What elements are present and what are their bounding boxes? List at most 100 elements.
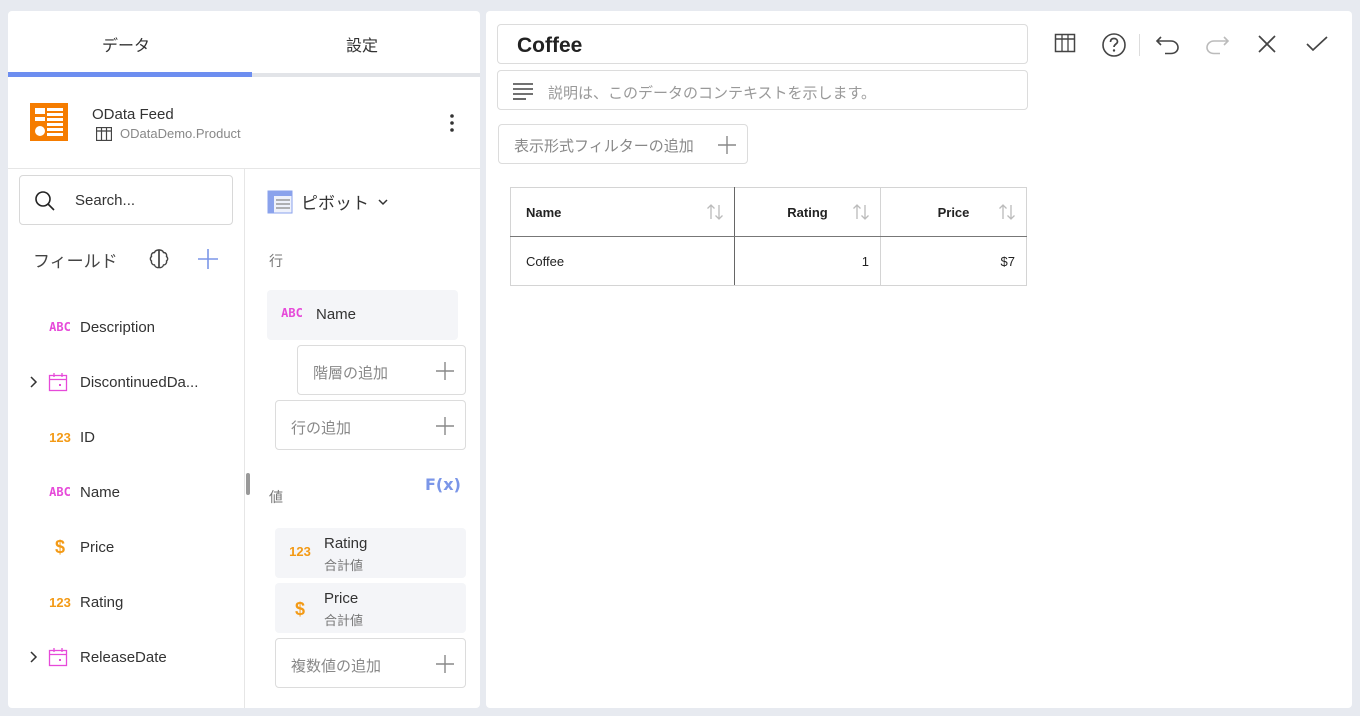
- visualization-selector[interactable]: ピボット: [267, 189, 389, 214]
- add-hierarchy-button[interactable]: 階層の追加: [297, 345, 466, 395]
- tab-settings[interactable]: 設定: [244, 11, 480, 77]
- field-label: ReleaseDate: [80, 648, 167, 666]
- field-label: Name: [80, 483, 121, 501]
- pivot-table-icon: [267, 190, 293, 213]
- add-values-label: 複数値の追加: [291, 658, 382, 675]
- calendar-icon: [48, 648, 68, 667]
- string-type-icon: ABC: [281, 306, 303, 320]
- field-label: Description: [80, 318, 156, 336]
- sort-icon[interactable]: [852, 203, 870, 221]
- more-options-icon[interactable]: [444, 111, 460, 135]
- field-label: Rating: [80, 593, 124, 611]
- chip-label: Name: [316, 306, 357, 323]
- grid-header-row: Name Rating Price: [510, 187, 1027, 237]
- pivot-column: ピボット 行 ABC Name 階層の追加 行の追加 値 F(x) 123 Ra…: [245, 169, 480, 708]
- description-placeholder: 説明は、このデータのコンテキストを示します。: [548, 85, 877, 102]
- field-label: Price: [80, 538, 115, 556]
- title-input[interactable]: Coffee: [497, 24, 1028, 64]
- description-input[interactable]: 説明は、このデータのコンテキストを示します。: [497, 70, 1028, 110]
- field-releasedate[interactable]: ReleaseDate: [8, 637, 244, 677]
- string-type-icon: ABC: [49, 320, 71, 334]
- grid-icon[interactable]: [1054, 32, 1076, 54]
- data-source-header: OData Feed ODataDemo.Product: [8, 81, 480, 169]
- field-price[interactable]: $ Price: [8, 527, 244, 567]
- number-type-icon: 123: [49, 594, 71, 610]
- fields-heading: フィールド: [33, 252, 118, 271]
- panel-tabs: データ 設定: [8, 11, 480, 77]
- value-field-chip-rating[interactable]: 123 Rating 合計値: [275, 528, 466, 578]
- chevron-down-icon: [378, 198, 388, 205]
- table-icon: [96, 126, 112, 141]
- add-filter-button[interactable]: 表示形式フィルターの追加: [498, 124, 748, 164]
- string-type-icon: ABC: [49, 485, 71, 499]
- sort-icon[interactable]: [998, 203, 1016, 221]
- row-field-chip[interactable]: ABC Name: [267, 290, 458, 340]
- values-section-label: 値: [269, 489, 283, 505]
- table-row: Coffee 1 $7: [510, 236, 1027, 286]
- chip-label: Rating: [324, 535, 368, 552]
- column-header-label: Name: [526, 204, 562, 220]
- add-values-button[interactable]: 複数値の追加: [275, 638, 466, 688]
- plus-icon: [436, 655, 454, 673]
- add-row-label: 行の追加: [291, 420, 352, 437]
- check-icon[interactable]: [1305, 35, 1329, 53]
- brain-icon[interactable]: [147, 247, 171, 271]
- data-panel: データ 設定 OData Feed ODataDemo.Product Sear…: [8, 11, 480, 708]
- plus-icon: [436, 417, 454, 435]
- add-field-icon[interactable]: [196, 247, 220, 271]
- currency-type-icon: $: [294, 599, 305, 619]
- add-row-button[interactable]: 行の追加: [275, 400, 466, 450]
- plus-icon: [436, 362, 454, 380]
- plus-icon: [718, 136, 736, 154]
- sort-icon[interactable]: [706, 203, 724, 221]
- column-header-label: Rating: [787, 204, 828, 220]
- tab-data[interactable]: データ: [8, 11, 244, 77]
- cell-price[interactable]: $7: [880, 236, 1027, 286]
- chevron-right-icon[interactable]: [28, 650, 38, 664]
- add-filter-label: 表示形式フィルターの追加: [514, 138, 694, 155]
- source-subtitle: ODataDemo.Product: [96, 126, 241, 141]
- visualization-editor: Coffee 説明は、このデータのコンテキストを示します。 表示形式フィルターの…: [486, 11, 1352, 708]
- formula-button[interactable]: F(x): [425, 475, 461, 494]
- column-header-price[interactable]: Price: [880, 187, 1027, 237]
- aggregation-label: 合計値: [324, 613, 364, 628]
- field-description[interactable]: ABC Description: [8, 307, 244, 347]
- currency-type-icon: $: [54, 536, 65, 557]
- column-header-label: Price: [937, 204, 970, 220]
- pivot-grid: Name Rating Price Coffee 1 $7: [510, 187, 1027, 286]
- column-header-rating[interactable]: Rating: [734, 187, 881, 237]
- odata-source-icon: [30, 103, 68, 141]
- add-hierarchy-label: 階層の追加: [313, 365, 389, 382]
- visualization-label: ピボット: [301, 194, 369, 213]
- source-title: OData Feed: [92, 106, 174, 123]
- search-input[interactable]: Search...: [19, 175, 233, 225]
- field-label: ID: [80, 428, 95, 446]
- active-tab-indicator: [8, 72, 252, 77]
- number-type-icon: 123: [49, 429, 71, 445]
- fields-column: Search... フィールド ABC Description Disconti…: [8, 169, 244, 708]
- close-icon[interactable]: [1257, 34, 1277, 54]
- field-label: DiscontinuedDa...: [80, 373, 199, 391]
- field-discontinueddate[interactable]: DiscontinuedDa...: [8, 362, 244, 402]
- cell-name[interactable]: Coffee: [510, 236, 735, 286]
- column-header-name[interactable]: Name: [510, 187, 735, 237]
- aggregation-label: 合計値: [324, 558, 364, 573]
- field-rating[interactable]: 123 Rating: [8, 582, 244, 622]
- undo-icon[interactable]: [1155, 32, 1181, 56]
- description-icon: [513, 83, 533, 100]
- visualization-title: Coffee: [517, 34, 583, 57]
- help-icon[interactable]: [1101, 32, 1127, 58]
- rows-section-label: 行: [269, 253, 283, 269]
- redo-icon[interactable]: [1204, 32, 1230, 56]
- search-placeholder: Search...: [75, 192, 136, 209]
- toolbar-separator: [1139, 34, 1140, 56]
- number-type-icon: 123: [289, 544, 311, 559]
- cell-rating[interactable]: 1: [734, 236, 881, 286]
- field-id[interactable]: 123 ID: [8, 417, 244, 457]
- chip-label: Price: [324, 590, 359, 607]
- field-name[interactable]: ABC Name: [8, 472, 244, 512]
- chevron-right-icon[interactable]: [28, 375, 38, 389]
- search-icon: [35, 191, 55, 211]
- value-field-chip-price[interactable]: $ Price 合計値: [275, 583, 466, 633]
- calendar-icon: [48, 373, 68, 392]
